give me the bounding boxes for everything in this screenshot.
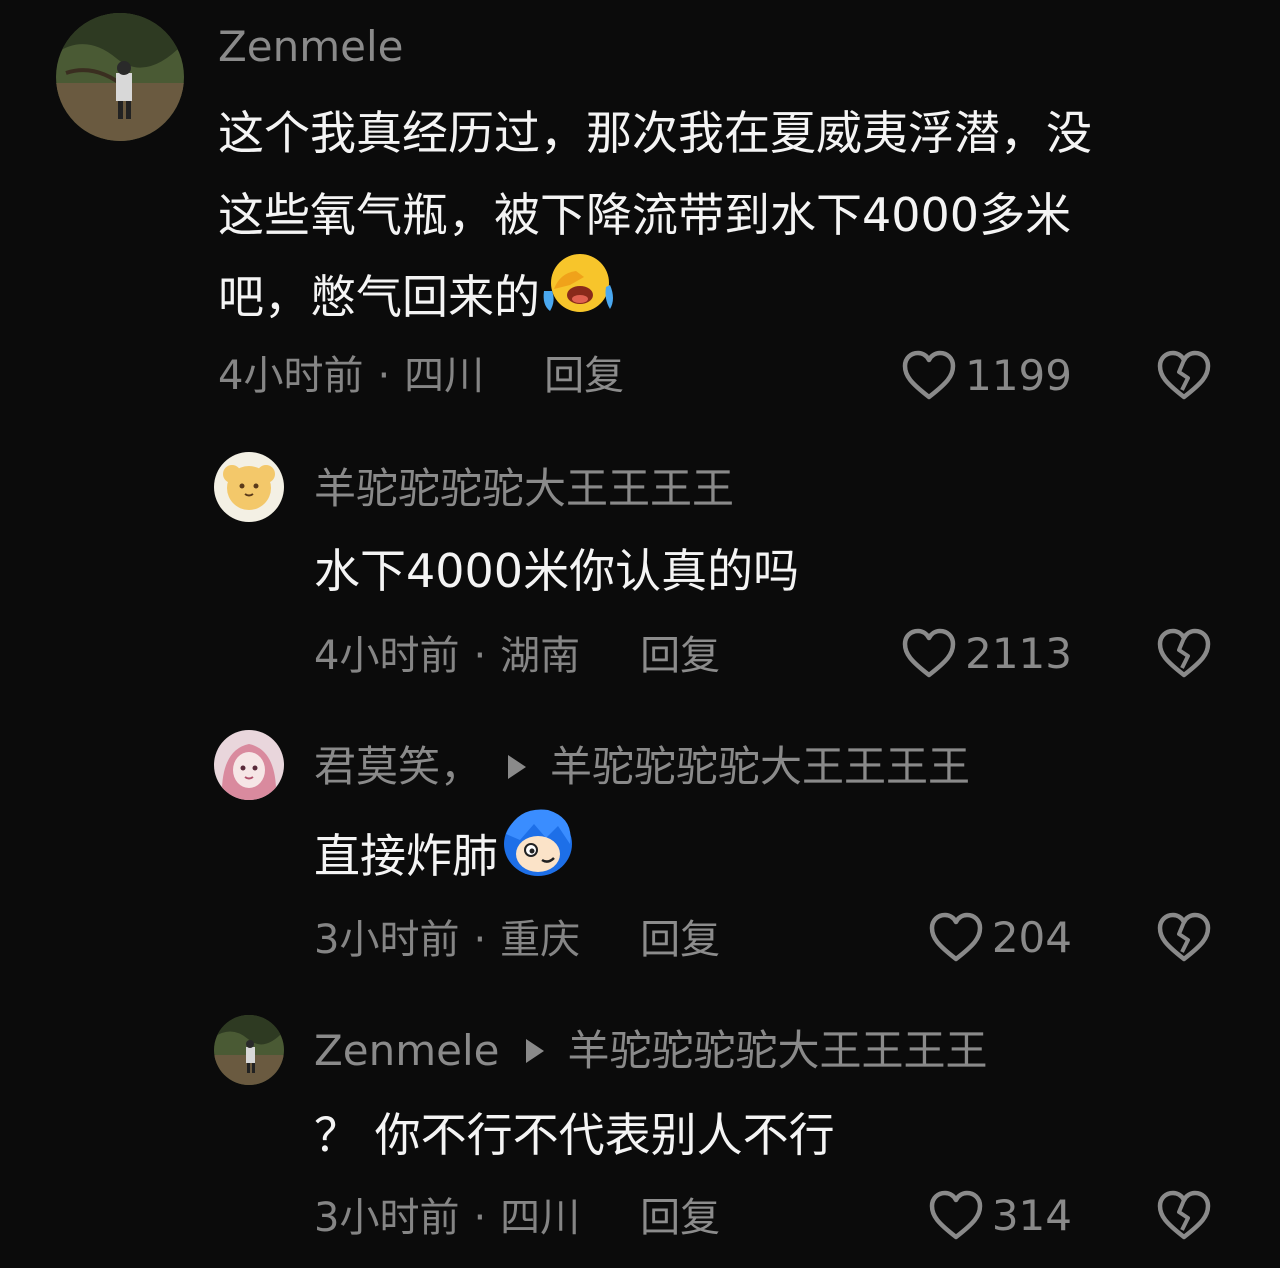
- username[interactable]: Zenmele 羊驼驼驼驼大王王王王: [314, 1030, 988, 1072]
- avatar[interactable]: [214, 1015, 284, 1085]
- comment-meta: 4小时前 · 四川 回复: [218, 356, 624, 396]
- heart-outline-icon: [902, 350, 956, 400]
- username-text: 羊驼驼驼驼大王王王王: [314, 464, 735, 513]
- reply-button[interactable]: 回复: [640, 1195, 720, 1241]
- reply-arrow-icon: [525, 1039, 544, 1063]
- comment-meta: 3小时前 · 重庆 回复: [314, 920, 720, 960]
- heart-outline-icon: [929, 912, 983, 962]
- facepalm-laughing-emoji: [540, 251, 616, 340]
- dislike-button[interactable]: [1156, 1190, 1212, 1246]
- separator-dot: ·: [473, 633, 487, 679]
- broken-heart-icon: [1157, 350, 1211, 400]
- reply-arrow-icon: [508, 755, 527, 779]
- reply-button[interactable]: 回复: [640, 633, 720, 679]
- comment-meta: 4小时前 · 湖南 回复: [314, 636, 720, 676]
- reply-button[interactable]: 回复: [544, 353, 624, 399]
- username-text: Zenmele: [314, 1026, 500, 1075]
- reply-button[interactable]: 回复: [640, 917, 720, 963]
- comment-line-text: 吧，憋气回来的: [218, 270, 540, 324]
- location: 四川: [500, 1195, 581, 1241]
- comment-line: ？ 你不行不代表别人不行: [314, 1108, 835, 1162]
- dislike-button[interactable]: [1156, 628, 1212, 684]
- comment-text: 直接炸肺: [314, 809, 576, 905]
- timestamp: 3小时前: [314, 917, 460, 963]
- heart-outline-icon: [929, 1190, 983, 1240]
- comment-line: 这些氧气瓶，被下降流带到水下4000多米: [218, 188, 1072, 242]
- separator-dot: ·: [473, 917, 487, 963]
- comment-line: 这个我真经历过，那次我在夏威夷浮潜，没: [218, 106, 1092, 160]
- avatar[interactable]: [214, 452, 284, 522]
- username-text: Zenmele: [218, 22, 404, 71]
- like-button[interactable]: 2113: [901, 628, 1072, 680]
- like-count: 314: [991, 1191, 1072, 1240]
- username[interactable]: 君莫笑， 羊驼驼驼驼大王王王王: [314, 746, 970, 788]
- comment-line: 直接炸肺: [314, 809, 576, 905]
- location: 四川: [404, 353, 485, 399]
- username[interactable]: Zenmele: [218, 26, 404, 68]
- avatar[interactable]: [214, 730, 284, 800]
- heart-outline-icon: [902, 628, 956, 678]
- reply-item: 羊驼驼驼驼大王王王王 水下4000米你认真的吗 4小时前 · 湖南 回复 2113: [0, 420, 1280, 710]
- dislike-button[interactable]: [1156, 912, 1212, 968]
- like-count: 204: [991, 913, 1072, 962]
- like-button[interactable]: 314: [928, 1190, 1072, 1242]
- reply-item: Zenmele 羊驼驼驼驼大王王王王 ？ 你不行不代表别人不行 3小时前 · 四川 回复…: [0, 1000, 1280, 1268]
- separator-dot: ·: [473, 1195, 487, 1241]
- like-count: 1199: [965, 351, 1072, 400]
- broken-heart-icon: [1157, 628, 1211, 678]
- blue-hair-emoji: [498, 804, 576, 905]
- comment-text: ？ 你不行不代表别人不行: [314, 1094, 835, 1176]
- comment-line: 吧，憋气回来的: [218, 254, 1092, 340]
- reply-target[interactable]: 羊驼驼驼驼大王王王王: [550, 746, 970, 788]
- like-count: 2113: [965, 629, 1072, 678]
- broken-heart-icon: [1157, 912, 1211, 962]
- username[interactable]: 羊驼驼驼驼大王王王王: [314, 468, 734, 510]
- username-text: 君莫笑，: [314, 742, 483, 791]
- location: 湖南: [500, 633, 581, 679]
- timestamp: 4小时前: [218, 353, 364, 399]
- dislike-button[interactable]: [1156, 350, 1212, 406]
- comment-line: 水下4000米你认真的吗: [314, 544, 800, 598]
- timestamp: 4小时前: [314, 633, 460, 679]
- location: 重庆: [500, 917, 581, 963]
- comment-meta: 3小时前 · 四川 回复: [314, 1198, 720, 1238]
- separator-dot: ·: [377, 353, 391, 399]
- reply-item: 君莫笑， 羊驼驼驼驼大王王王王 直接炸肺 3小时前 · 重庆 回复 204: [0, 710, 1280, 1000]
- comment-item: Zenmele 这个我真经历过，那次我在夏威夷浮潜，没 这些氧气瓶，被下降流带到…: [0, 0, 1280, 420]
- comment-text: 这个我真经历过，那次我在夏威夷浮潜，没 这些氧气瓶，被下降流带到水下4000多米…: [218, 92, 1092, 340]
- like-button[interactable]: 204: [928, 912, 1072, 964]
- comment-line-text: 直接炸肺: [314, 829, 498, 883]
- broken-heart-icon: [1157, 1190, 1211, 1240]
- comment-text: 水下4000米你认真的吗: [314, 530, 799, 612]
- reply-target[interactable]: 羊驼驼驼驼大王王王王: [568, 1030, 988, 1072]
- timestamp: 3小时前: [314, 1195, 460, 1241]
- like-button[interactable]: 1199: [901, 350, 1072, 402]
- avatar[interactable]: [56, 13, 184, 141]
